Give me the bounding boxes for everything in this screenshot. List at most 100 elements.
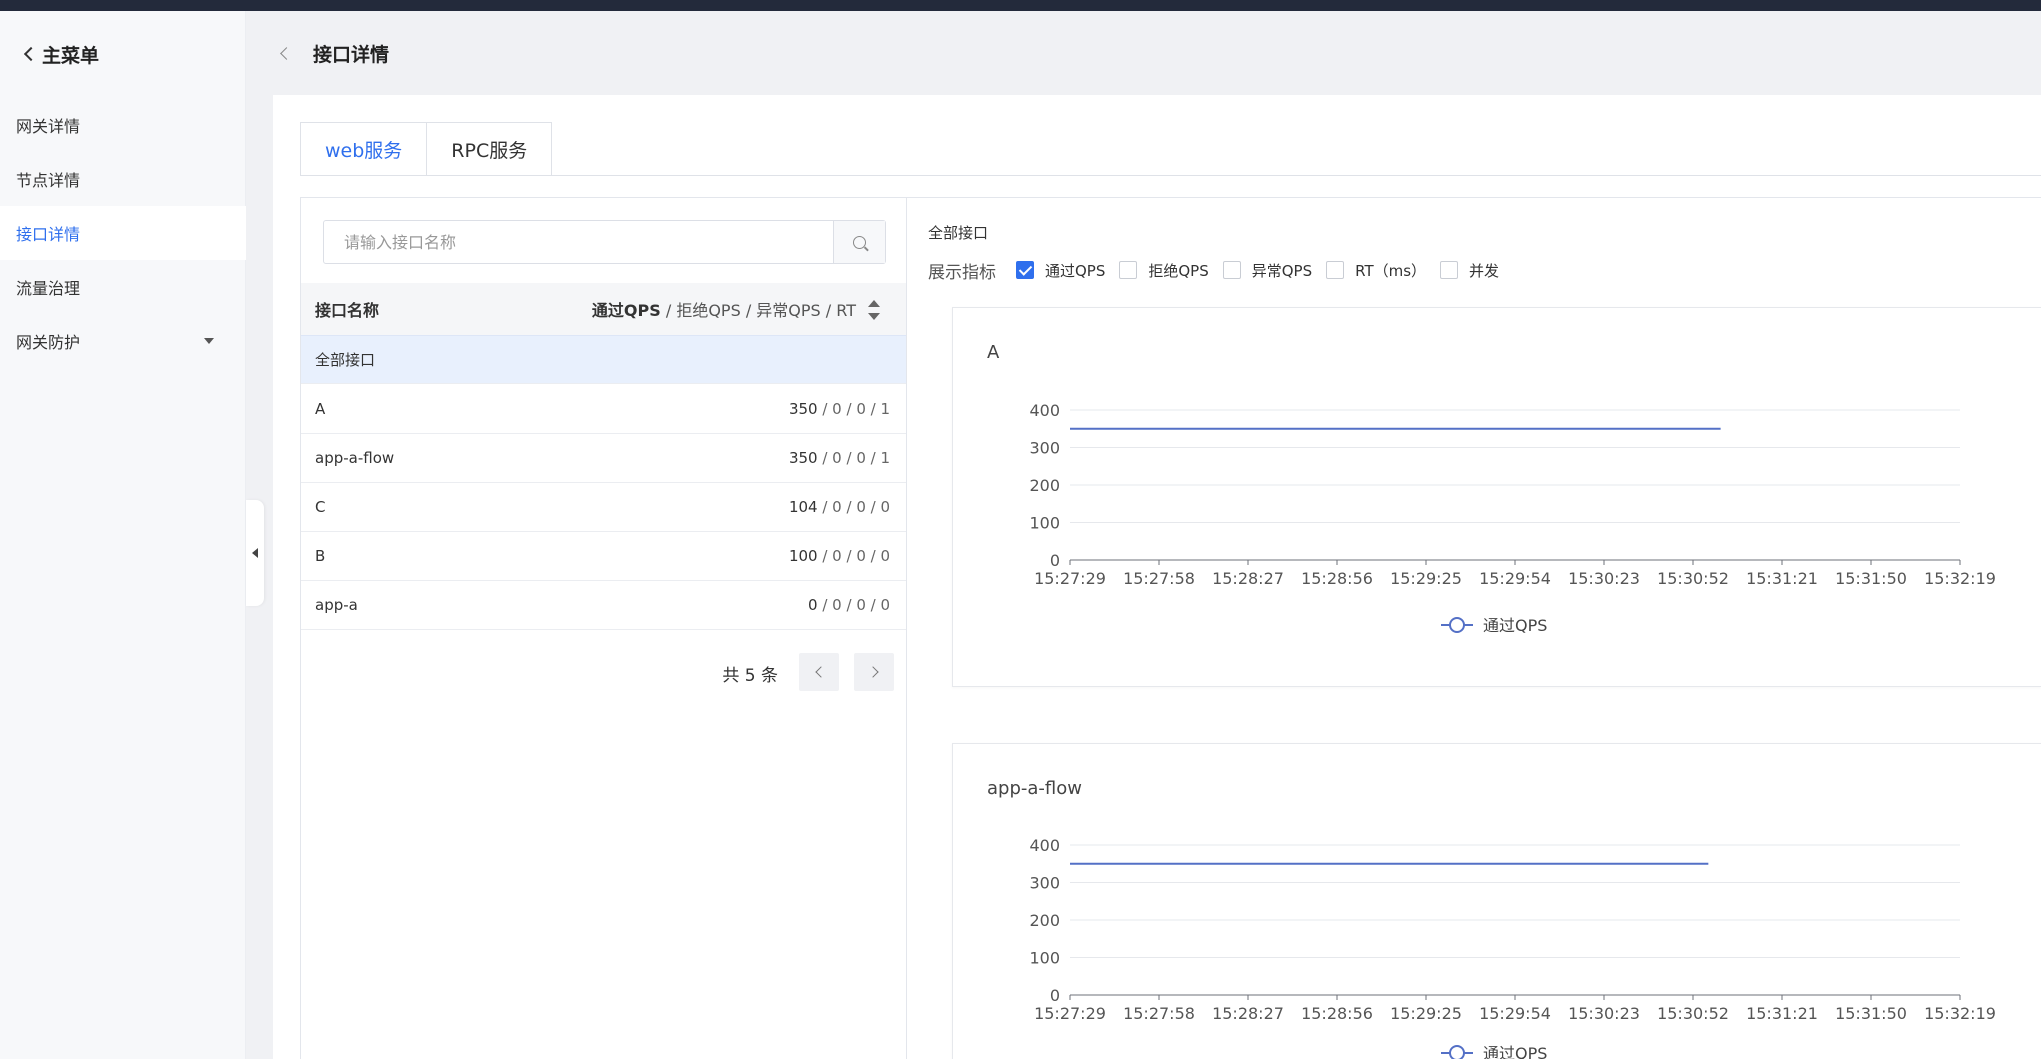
sidebar-item-label: 网关防护 [16,333,81,352]
page-header: 接口详情 [246,11,2041,95]
col-pass-qps: 通过QPS [591,301,661,320]
chevron-left-icon [23,46,39,62]
checkbox-icon [1440,261,1459,279]
pagination-total: 共 5 条 [722,666,778,686]
list-item-metrics: 104 / 0 / 0 / 0 [788,498,890,516]
y-tick-label: 200 [1029,476,1060,495]
x-tick-label: 15:31:21 [1746,569,1818,588]
metric-checkbox-concurrency[interactable]: 并发 [1440,260,1499,281]
checkbox-icon [1222,261,1241,279]
next-page-button[interactable] [854,653,894,691]
col-sep: / [820,301,837,320]
sidebar-item-label: 流量治理 [16,279,81,298]
x-tick-label: 15:30:23 [1568,569,1640,588]
prev-page-button[interactable] [799,653,839,691]
col-interface-name: 接口名称 [315,301,380,320]
list-item[interactable]: C 104 / 0 / 0 / 0 [301,483,906,532]
list-item[interactable]: B 100 / 0 / 0 / 0 [301,532,906,581]
sidebar: 主菜单 网关详情 节点详情 接口详情 流量治理 网关防护 [0,11,246,1059]
sort-icon[interactable] [868,300,880,320]
checkbox-icon [1119,261,1138,279]
interface-search-input[interactable] [324,221,833,263]
top-bar [0,0,2041,11]
list-item[interactable]: app-a 0 / 0 / 0 / 0 [301,581,906,630]
chart-panel-title: 全部接口 [928,224,989,242]
list-item-name: B [315,547,326,565]
x-tick-label: 15:27:58 [1123,569,1195,588]
list-item[interactable]: app-a-flow 350 / 0 / 0 / 1 [301,434,906,483]
list-item[interactable]: A 350 / 0 / 0 / 1 [301,385,906,434]
x-tick-label: 15:29:25 [1390,1004,1462,1023]
collapse-left-icon [252,548,258,558]
sidebar-item-label: 节点详情 [16,171,81,190]
list-item-metrics: 0 / 0 / 0 / 0 [808,596,890,614]
list-item-name: app-a-flow [315,449,395,467]
chevron-left-icon [814,666,827,678]
x-tick-label: 15:28:56 [1301,1004,1373,1023]
service-tabs: web服务 RPC服务 [300,122,553,176]
sidebar-item-traffic-governance[interactable]: 流量治理 [0,260,246,314]
caret-down-icon [204,338,214,344]
sidebar-collapse-handle[interactable] [246,500,264,606]
y-tick-label: 100 [1029,949,1060,968]
list-header: 接口名称 通过QPS / 拒绝QPS / 异常QPS / RT [301,283,906,335]
metric-checkbox-pass-qps[interactable]: 通过QPS [1016,260,1105,281]
x-tick-label: 15:27:58 [1123,1004,1195,1023]
chart-svg: 0 100 200 300 400 15:27:29 15:27:58 15:28:27 15:… [1029,401,1995,635]
main-card: web服务 RPC服务 接口名称 通过QPS / 拒绝QPS / 异常QPS /… [273,95,2041,1059]
metrics-selector: 展示指标 通过QPS 拒绝QPS 异常QPS RT（ms） 并发 [928,258,1513,283]
legend-marker [1449,617,1465,633]
search-button[interactable] [833,221,885,263]
y-tick-label: 0 [1050,986,1060,1005]
chart-panel: 全部接口 展示指标 通过QPS 拒绝QPS 异常QPS RT（ms） 并发 A … [907,197,2041,1059]
legend-label: 通过QPS [1483,616,1547,635]
page-title: 接口详情 [313,43,390,66]
y-tick-label: 0 [1050,551,1060,570]
x-tick-label: 15:28:56 [1301,569,1373,588]
col-exception-qps: 异常QPS [756,301,821,320]
legend-label: 通过QPS [1483,1044,1547,1059]
x-tick-label: 15:31:21 [1746,1004,1818,1023]
x-tick-label: 15:27:29 [1034,569,1106,588]
y-tick-label: 400 [1029,836,1060,855]
x-tick-label: 15:30:52 [1657,569,1729,588]
x-tick-label: 15:31:50 [1835,569,1907,588]
chart-card-app-a-flow: app-a-flow 0 100 200 300 400 15:27:29 15:27:58… [952,743,2041,1059]
back-chevron-icon[interactable] [280,46,293,60]
main-menu-back-button[interactable]: 主菜单 [22,39,99,69]
sidebar-item-gateway-detail[interactable]: 网关详情 [0,98,246,152]
metric-checkbox-exception-qps[interactable]: 异常QPS [1222,260,1312,281]
x-tick-label: 15:28:27 [1212,1004,1284,1023]
sidebar-item-label: 网关详情 [16,117,81,136]
list-item-all[interactable]: 全部接口 [301,335,906,384]
col-sep: / [740,301,757,320]
col-metrics: 通过QPS / 拒绝QPS / 异常QPS / RT [592,297,856,321]
metric-checkbox-reject-qps[interactable]: 拒绝QPS [1119,260,1209,281]
main-menu-label: 主菜单 [42,44,100,67]
x-tick-label: 15:29:54 [1479,1004,1551,1023]
list-item-name: A [315,400,326,418]
list-item-name: app-a [315,596,358,614]
y-tick-label: 200 [1029,911,1060,930]
metric-checkbox-rt[interactable]: RT（ms） [1326,260,1426,281]
metrics-label: 展示指标 [928,262,996,283]
list-item-metrics: 350 / 0 / 0 / 1 [788,449,890,467]
tab-rpc-service[interactable]: RPC服务 [427,122,553,176]
chart-card-a: A 0 100 200 300 400 15:27:29 15:27:58 15:28:27 1… [952,307,2041,687]
pagination: 共 5 条 [301,653,906,691]
tabs-divider [300,175,2041,176]
x-tick-label: 15:32:19 [1924,1004,1996,1023]
chart-svg: 0 100 200 300 400 15:27:29 15:27:58 15:28:27 15:… [1029,836,1996,1059]
search-icon [853,235,866,249]
list-item-name: 全部接口 [315,351,376,369]
y-tick-label: 400 [1029,401,1060,420]
tab-web-service[interactable]: web服务 [300,122,428,176]
sidebar-item-gateway-protection[interactable]: 网关防护 [0,314,246,368]
y-tick-label: 300 [1029,874,1060,893]
list-item-metrics: 100 / 0 / 0 / 0 [788,547,890,565]
x-tick-label: 15:29:54 [1479,569,1551,588]
interface-list-panel: 接口名称 通过QPS / 拒绝QPS / 异常QPS / RT 全部接口 A 3… [300,197,907,1059]
sidebar-item-interface-detail[interactable]: 接口详情 [0,206,246,260]
sidebar-item-node-detail[interactable]: 节点详情 [0,152,246,206]
checkbox-icon [1016,261,1034,279]
